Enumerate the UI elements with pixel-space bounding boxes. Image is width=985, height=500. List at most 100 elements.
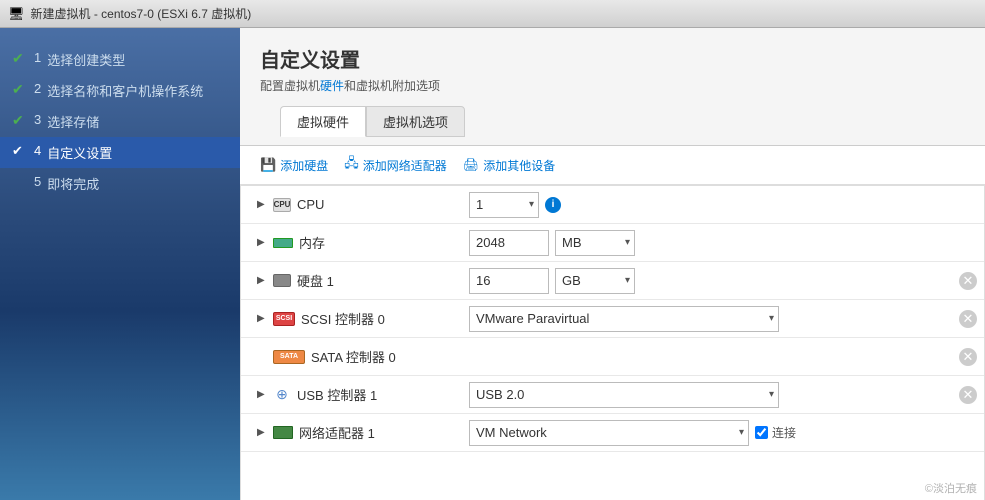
expand-arrow-icon[interactable]: ▶ [257,237,267,248]
net-type-wrapper: VM Network vmnic0 [469,420,749,446]
content-header: 自定义设置 配置虚拟机硬件和虚拟机附加选项 虚拟硬件 虚拟机选项 [240,28,985,145]
memory-icon [273,238,293,248]
net-icon [273,426,293,439]
add-network-label: 添加网络适配器 [363,157,447,174]
hdd-delete-icon[interactable]: ✕ [959,272,977,290]
table-row: ▶ ⊕ USB 控制器 1 USB 2.0 USB 3.0 USB 3.1 ✕ [241,376,984,414]
title-bar-text: 新建虚拟机 - centos7-0 (ESXi 6.7 虚拟机) [31,5,252,22]
sidebar-item-label: 选择存储 [47,112,99,131]
add-network-button[interactable]: 🖧 添加网络适配器 [344,154,447,176]
usb-delete-area[interactable]: ✕ [952,382,984,408]
sata-delete-area[interactable]: ✕ [952,344,984,370]
net-delete-area [952,429,984,437]
tab-virtual-hardware[interactable]: 虚拟硬件 [280,106,366,137]
active-arrow-icon: ✔ [12,143,28,159]
hdd-size-input[interactable] [469,268,549,294]
add-hdd-button[interactable]: 💾 添加硬盘 [260,157,328,174]
hdd-icon [273,274,291,287]
hdd-label-text: 硬盘 1 [297,271,334,290]
hdd-unit-wrapper: MBGBTB [555,268,635,294]
hardware-settings-area: ▶ CPU CPU 1248 i ▶ [240,185,985,500]
network-icon: 🖧 [344,154,359,176]
memory-unit-select[interactable]: MBGB [555,230,635,256]
checkmark-icon: ✔ [12,112,28,129]
sidebar-item-step1[interactable]: ✔ 1 选择创建类型 [0,44,240,75]
net-label-text: 网络适配器 1 [299,423,375,442]
cpu-icon: CPU [273,198,291,212]
page-title: 自定义设置 [260,44,965,73]
sata-controls [461,353,952,361]
sidebar-item-label: 选择创建类型 [47,50,125,69]
checkmark-icon: ✔ [12,81,28,98]
table-row: ▶ SATA SATA 控制器 0 ✕ [241,338,984,376]
sidebar-step-num: 5 [34,174,41,189]
net-controls: VM Network vmnic0 连接 [461,416,952,450]
sidebar-step-num: 4 [34,143,41,158]
sata-delete-icon[interactable]: ✕ [959,348,977,366]
cpu-controls: 1248 i [461,188,952,222]
checkmark-icon: ✔ [12,50,28,67]
sidebar-item-step4[interactable]: ✔ 4 自定义设置 [0,137,240,168]
sidebar-item-label: 选择名称和客户机操作系统 [47,81,203,100]
memory-controls: MBGB [461,226,952,260]
toolbar: 💾 添加硬盘 🖧 添加网络适配器 🖨 添加其他设备 [240,145,985,185]
hdd-icon: 💾 [260,157,276,173]
usb-type-wrapper: USB 2.0 USB 3.0 USB 3.1 [469,382,779,408]
sidebar-item-label: 自定义设置 [47,143,112,162]
scsi-delete-area[interactable]: ✕ [952,306,984,332]
sata-label-text: SATA 控制器 0 [311,347,396,366]
table-row: ▶ SCSI SCSI 控制器 0 VMware Paravirtual LSI… [241,300,984,338]
expand-arrow-icon[interactable]: ▶ [257,313,267,324]
expand-arrow-icon[interactable]: ▶ [257,275,267,286]
scsi-delete-icon[interactable]: ✕ [959,310,977,328]
table-row: ▶ 网络适配器 1 VM Network vmnic0 连接 [241,414,984,452]
scsi-label: ▶ SCSI SCSI 控制器 0 [241,303,461,334]
sata-label: ▶ SATA SATA 控制器 0 [241,341,461,372]
hdd-label: ▶ 硬盘 1 [241,265,461,296]
scsi-icon: SCSI [273,312,295,326]
sidebar-item-step2[interactable]: ✔ 2 选择名称和客户机操作系统 [0,75,240,106]
memory-delete-area [952,239,984,247]
expand-arrow-icon[interactable]: ▶ [257,427,267,438]
usb-delete-icon[interactable]: ✕ [959,386,977,404]
expand-arrow-icon[interactable]: ▶ [257,199,267,210]
table-row: ▶ 内存 MBGB [241,224,984,262]
hdd-controls: MBGBTB [461,264,952,298]
cpu-count-select[interactable]: 1248 [469,192,539,218]
net-label: ▶ 网络适配器 1 [241,417,461,448]
cpu-delete-area [952,201,984,209]
net-connected-checkbox[interactable] [755,426,768,439]
scsi-type-select[interactable]: VMware Paravirtual LSI Logic SAS LSI Log… [469,306,779,332]
scsi-type-wrapper: VMware Paravirtual LSI Logic SAS LSI Log… [469,306,779,332]
device-icon: 🖨 [463,157,480,173]
usb-label-text: USB 控制器 1 [297,385,377,404]
memory-unit-wrapper: MBGB [555,230,635,256]
page-subtitle: 配置虚拟机硬件和虚拟机附加选项 [260,77,965,94]
content-area: 自定义设置 配置虚拟机硬件和虚拟机附加选项 虚拟硬件 虚拟机选项 💾 添加硬盘 … [240,28,985,500]
net-connected-checkbox-group: 连接 [755,424,796,441]
sata-icon: SATA [273,350,305,364]
table-row: ▶ CPU CPU 1248 i [241,186,984,224]
memory-label-text: 内存 [299,233,325,252]
add-hdd-label: 添加硬盘 [280,157,328,174]
add-device-button[interactable]: 🖨 添加其他设备 [463,157,556,174]
sidebar-item-step5[interactable]: ✔ 5 即将完成 [0,168,240,199]
hdd-unit-select[interactable]: MBGBTB [555,268,635,294]
hdd-delete-area[interactable]: ✕ [952,268,984,294]
spacer: ✔ [12,174,28,191]
cpu-info-icon[interactable]: i [545,197,561,213]
expand-arrow-icon[interactable]: ▶ [257,389,267,400]
scsi-label-text: SCSI 控制器 0 [301,309,385,328]
sidebar-item-step3[interactable]: ✔ 3 选择存储 [0,106,240,137]
sidebar-step-num: 1 [34,50,41,65]
usb-type-select[interactable]: USB 2.0 USB 3.0 USB 3.1 [469,382,779,408]
sidebar: ✔ 1 选择创建类型 ✔ 2 选择名称和客户机操作系统 ✔ 3 选择存储 ✔ 4… [0,28,240,500]
net-connected-label: 连接 [772,424,796,441]
title-bar: 🖥 新建虚拟机 - centos7-0 (ESXi 6.7 虚拟机) [0,0,985,28]
memory-input[interactable] [469,230,549,256]
net-type-select[interactable]: VM Network vmnic0 [469,420,749,446]
add-device-label: 添加其他设备 [483,157,555,174]
usb-icon: ⊕ [273,388,291,402]
tab-vm-options[interactable]: 虚拟机选项 [366,106,465,137]
cpu-label-text: CPU [297,197,324,212]
